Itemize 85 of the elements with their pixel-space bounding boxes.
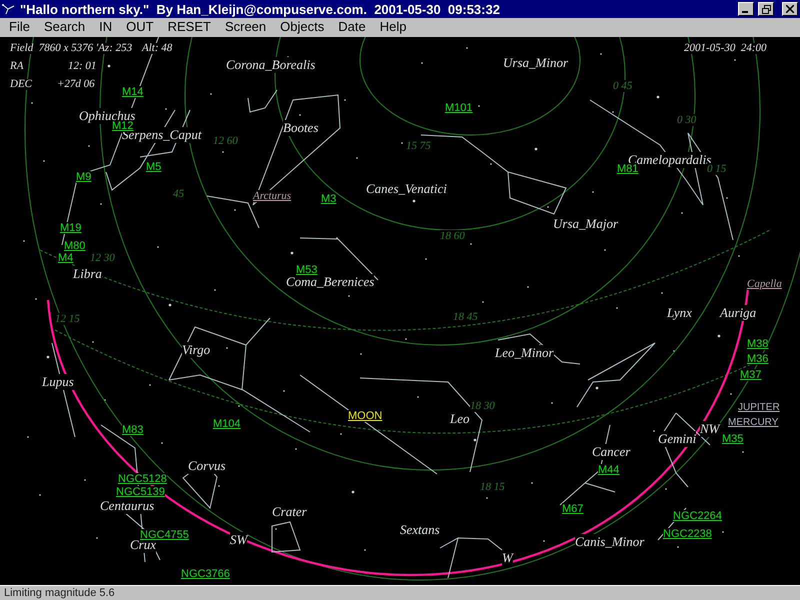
constellation-label: Virgo bbox=[182, 342, 210, 358]
star-name-link[interactable]: Capella bbox=[747, 278, 782, 290]
deep-sky-object-link[interactable]: M5 bbox=[146, 161, 162, 173]
planet-link[interactable]: MERCURY bbox=[728, 417, 778, 428]
altitude-text: Alt: 48 bbox=[142, 43, 172, 54]
grid-coordinate-label: 18 15 bbox=[480, 481, 505, 493]
deep-sky-object-link[interactable]: M35 bbox=[722, 433, 744, 445]
grid-coordinate-label: 12 60 bbox=[213, 135, 238, 147]
deep-sky-object-link[interactable]: M19 bbox=[60, 222, 82, 234]
constellation-label: Bootes bbox=[283, 120, 318, 136]
deep-sky-object-link[interactable]: M14 bbox=[122, 86, 144, 98]
grid-coordinate-label: 0 15 bbox=[707, 163, 726, 175]
constellation-label: Lupus bbox=[42, 374, 74, 390]
status-text: Limiting magnitude 5.6 bbox=[0, 585, 800, 600]
compass-direction-label: SW bbox=[230, 532, 248, 548]
deep-sky-object-link[interactable]: M9 bbox=[76, 171, 92, 183]
deep-sky-object-link[interactable]: NGC2238 bbox=[663, 528, 712, 540]
menu-item[interactable]: File bbox=[2, 18, 37, 37]
app-icon bbox=[2, 3, 16, 15]
constellation-label: Corvus bbox=[188, 458, 226, 474]
date-time-text: 2001-05-30 24:00 bbox=[684, 43, 766, 54]
constellation-label: Gemini bbox=[658, 431, 696, 447]
close-icon bbox=[786, 5, 794, 13]
close-button[interactable] bbox=[782, 2, 798, 16]
constellation-label: Canis_Minor bbox=[575, 534, 644, 550]
constellation-label: Corona_Borealis bbox=[226, 57, 316, 73]
deep-sky-object-link[interactable]: NGC2264 bbox=[673, 510, 722, 522]
deep-sky-object-link[interactable]: M44 bbox=[598, 464, 620, 476]
constellation-label: Sextans bbox=[400, 522, 440, 538]
moon-link[interactable]: MOON bbox=[348, 410, 382, 422]
grid-coordinate-label: 45 bbox=[173, 188, 184, 200]
constellation-label: Ophiuchus bbox=[79, 108, 136, 124]
ra-label: RA bbox=[10, 61, 24, 72]
constellation-label: Ursa_Major bbox=[553, 216, 618, 232]
window-title: "Hallo northern sky." By Han_Kleijn@compuserve.com. 2001-05-30 09:53:32 bbox=[20, 2, 501, 16]
deep-sky-object-link[interactable]: M3 bbox=[321, 193, 336, 205]
restore-button[interactable] bbox=[758, 2, 774, 16]
star-name-link[interactable]: Arcturus bbox=[253, 190, 292, 202]
constellation-label: Leo_Minor bbox=[495, 345, 554, 361]
field-text: Field 7860 x 5376 'Az: 253 bbox=[10, 43, 132, 54]
deep-sky-object-link[interactable]: M53 bbox=[296, 264, 318, 276]
deep-sky-object-link[interactable]: M67 bbox=[562, 503, 584, 515]
menu-item[interactable]: RESET bbox=[160, 18, 218, 37]
constellation-label: Crux bbox=[130, 537, 156, 553]
deep-sky-object-link[interactable]: M37 bbox=[740, 369, 762, 381]
constellation-label: Coma_Berenices bbox=[286, 274, 374, 290]
menu-item[interactable]: IN bbox=[92, 18, 120, 37]
menu-item[interactable]: Search bbox=[36, 18, 92, 37]
grid-coordinate-label: 0 45 bbox=[613, 80, 632, 92]
menu-item[interactable]: Date bbox=[331, 18, 373, 37]
deep-sky-object-link[interactable]: NGC5128 bbox=[118, 473, 167, 485]
dec-value: +27d 06 bbox=[57, 79, 95, 90]
deep-sky-object-link[interactable]: M101 bbox=[445, 102, 473, 114]
ra-value: 12: 01 bbox=[68, 61, 96, 72]
deep-sky-object-link[interactable]: NGC5139 bbox=[116, 486, 165, 498]
grid-coordinate-label: 12 30 bbox=[90, 252, 115, 264]
deep-sky-object-link[interactable]: M83 bbox=[122, 424, 144, 436]
grid-coordinate-label: 18 30 bbox=[470, 400, 495, 412]
deep-sky-object-link[interactable]: M80 bbox=[64, 240, 86, 252]
menu-item[interactable]: Objects bbox=[273, 18, 332, 37]
grid-coordinate-label: 0 30 bbox=[677, 114, 696, 126]
grid-coordinate-label: 15 75 bbox=[406, 140, 431, 152]
constellation-label: Canes_Venatici bbox=[366, 181, 447, 197]
menu-item[interactable]: Help bbox=[372, 18, 414, 37]
grid-coordinate-label: 18 60 bbox=[440, 230, 465, 242]
deep-sky-object-link[interactable]: M38 bbox=[747, 338, 768, 350]
compass-direction-label: NW bbox=[700, 421, 720, 437]
constellation-label: Cancer bbox=[592, 444, 630, 460]
constellation-label: Auriga bbox=[720, 305, 756, 321]
deep-sky-object-link[interactable]: M4 bbox=[58, 252, 74, 264]
minimize-button[interactable] bbox=[738, 2, 754, 16]
constellation-label: Ursa_Minor bbox=[503, 55, 568, 71]
deep-sky-object-link[interactable]: M36 bbox=[747, 353, 768, 365]
deep-sky-object-link[interactable]: NGC3766 bbox=[181, 568, 230, 580]
deep-sky-object-link[interactable]: M12 bbox=[112, 120, 134, 132]
deep-sky-object-link[interactable]: M104 bbox=[213, 418, 241, 430]
grid-coordinate-label: 18 45 bbox=[453, 311, 478, 323]
deep-sky-object-link[interactable]: NGC4755 bbox=[140, 529, 189, 541]
menu-item[interactable]: OUT bbox=[119, 18, 161, 37]
grid-coordinate-label: 12 15 bbox=[55, 313, 80, 325]
restore-icon bbox=[762, 4, 770, 14]
planet-link[interactable]: JUPITER bbox=[738, 402, 780, 413]
menu-item[interactable]: Screen bbox=[218, 18, 274, 37]
constellation-label: Centaurus bbox=[100, 498, 154, 514]
dec-label: DEC bbox=[10, 79, 32, 90]
